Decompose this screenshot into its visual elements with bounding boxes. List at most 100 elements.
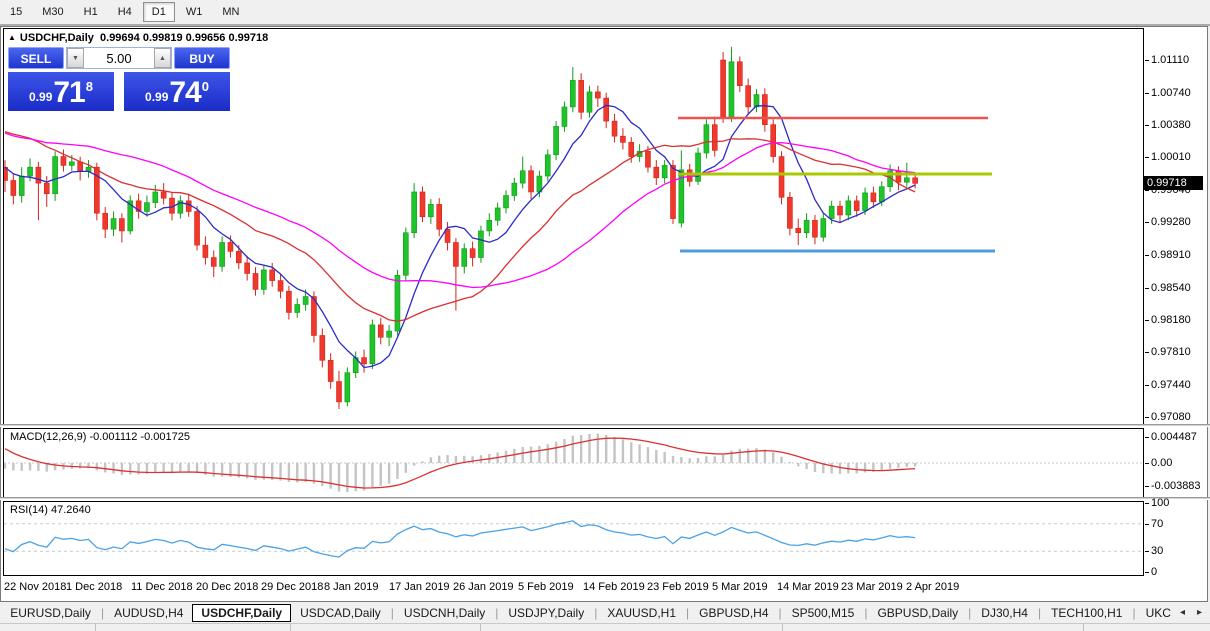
candle (160, 183, 167, 205)
axis-tick (1145, 124, 1149, 126)
chart-tab-audusd-h4[interactable]: AUDUSD,H4 (105, 605, 192, 621)
candle (436, 198, 443, 237)
date-axis-label: 11 Dec 2018 (131, 581, 193, 593)
timeframe-button-15[interactable]: 15 (1, 2, 31, 22)
timeframe-button-m30[interactable]: M30 (33, 2, 72, 22)
price-axis-label: 1.00010 (1151, 151, 1191, 164)
tabs-scroll-right-icon[interactable]: ▸ (1197, 607, 1202, 618)
rsi-canvas (4, 520, 1143, 558)
chart-tab-gbpusd-daily[interactable]: GBPUSD,Daily (868, 605, 967, 621)
macd-indicator-label: MACD(12,26,9) -0.001112 -0.001725 (10, 431, 190, 443)
axis-tick (1145, 319, 1149, 321)
candle (402, 227, 409, 281)
buy-price-button[interactable]: 0.99 74 0 (124, 72, 230, 111)
candle (803, 213, 810, 239)
candle (85, 160, 92, 178)
candle (127, 195, 134, 235)
axis-tick (1145, 222, 1149, 224)
buy-button[interactable]: BUY (174, 47, 230, 69)
price-axis-label: 0.97080 (1151, 410, 1191, 423)
chart-tab-eurusd-daily[interactable]: EURUSD,Daily (1, 605, 100, 621)
candle (52, 151, 58, 201)
volume-increase-icon[interactable]: ▲ (154, 48, 171, 68)
rsi-plot[interactable] (3, 501, 1144, 576)
candle (486, 213, 493, 237)
timeframe-button-h1[interactable]: H1 (75, 2, 107, 22)
panel-splitter-2[interactable] (0, 497, 1210, 500)
candle (419, 186, 426, 223)
timeframe-button-d1[interactable]: D1 (142, 2, 175, 22)
trading-terminal: 15 M30 H1 H4 D1 W1 MN ▲ USDCHF,Daily 0.99694 0.… (0, 0, 1210, 631)
candle (469, 241, 476, 267)
chart-tab-sp500-m15[interactable]: SP500,M15 (783, 605, 864, 621)
candle (152, 184, 159, 208)
candle (35, 161, 42, 221)
sell-button[interactable]: SELL (8, 47, 64, 69)
timeframe-button-mn[interactable]: MN (213, 2, 248, 22)
candle (870, 186, 877, 208)
candle (812, 215, 818, 245)
candle (18, 167, 25, 203)
candle (528, 165, 534, 200)
candle (661, 160, 668, 184)
panel-splitter[interactable] (0, 424, 1210, 427)
chart-tab-usdcad-daily[interactable]: USDCAD,Daily (291, 605, 390, 621)
volume-input[interactable] (84, 48, 154, 68)
candle (494, 202, 501, 226)
chart-tab-usdchf-daily[interactable]: USDCHF,Daily (192, 603, 292, 622)
tab-separator: | (100, 605, 105, 620)
candle (553, 121, 559, 161)
axis-tick (1145, 503, 1149, 504)
candle (778, 151, 785, 205)
axis-tick (1145, 190, 1149, 192)
candle (820, 213, 827, 242)
tab-separator: | (495, 605, 499, 620)
candle (319, 328, 326, 368)
trade-panel-toggle-icon[interactable]: ▲ (8, 33, 16, 42)
candle (135, 193, 142, 219)
timeframe-button-h4[interactable]: H4 (109, 2, 141, 22)
candle (711, 116, 718, 157)
candle (444, 222, 451, 251)
candle (377, 317, 384, 345)
axis-tick (1145, 254, 1149, 256)
date-axis-label: 23 Feb 2019 (647, 581, 709, 593)
chart-tab-usdcnh-daily[interactable]: USDCNH,Daily (395, 605, 494, 621)
price-axis-label: 1.00380 (1151, 118, 1191, 131)
tabs-scroll-left-icon[interactable]: ◂ (1180, 607, 1185, 618)
sell-price-pips: 71 (53, 76, 85, 109)
price-axis-label: 0.97810 (1151, 346, 1191, 359)
macd-axis-label: 0.00 (1151, 457, 1173, 469)
chart-tab-gbpusd-h4[interactable]: GBPUSD,H4 (690, 605, 777, 621)
chart-tab-dj30-h4[interactable]: DJ30,H4 (972, 605, 1037, 621)
chart-tab-usdjpy-daily[interactable]: USDJPY,Daily (499, 605, 593, 621)
candle (77, 156, 83, 181)
macd-axis-label: 0.004487 (1151, 430, 1197, 443)
date-axis-label: 22 Nov 2018 (4, 581, 67, 593)
candle (586, 85, 593, 118)
volume-decrease-icon[interactable]: ▼ (67, 48, 84, 68)
candle (43, 176, 50, 208)
chart-tab-tech100-h1[interactable]: TECH100,H1 (1042, 605, 1131, 621)
candle (411, 183, 417, 239)
axis-tick (1145, 436, 1149, 438)
tab-separator: | (686, 605, 690, 620)
timeframe-button-w1[interactable]: W1 (177, 2, 212, 22)
price-axis-label: 1.01110 (1151, 54, 1190, 66)
date-axis-label: 5 Mar 2019 (712, 581, 768, 593)
rsi-axis-label: 100 (1151, 497, 1170, 509)
sell-price-figure: 0.99 (29, 90, 53, 104)
candle (753, 89, 760, 113)
chart-tab-xauusd-h1[interactable]: XAUUSD,H1 (598, 605, 685, 621)
candle (837, 200, 843, 223)
candle (386, 324, 392, 347)
chart-tab-ukc[interactable]: UKC (1137, 605, 1180, 621)
volume-control: ▼ ▲ (66, 47, 172, 69)
candle (544, 149, 551, 182)
candle (277, 273, 284, 299)
axis-tick (1145, 463, 1149, 464)
candle (110, 211, 117, 237)
sell-price-button[interactable]: 0.99 71 8 (8, 72, 114, 111)
price-axis-label: 1.00740 (1151, 86, 1191, 99)
price-axis-label: 0.98910 (1151, 248, 1191, 261)
